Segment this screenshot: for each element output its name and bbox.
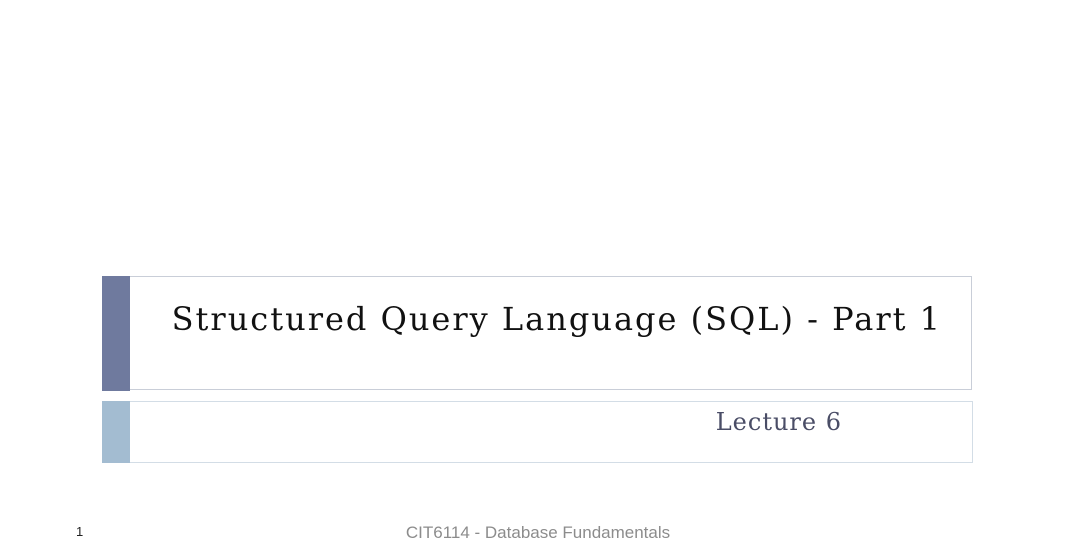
slide: Structured Query Language (SQL) - Part 1… bbox=[0, 0, 1080, 557]
slide-footer: CIT6114 - Database Fundamentals bbox=[405, 523, 671, 542]
title-accent-bar bbox=[102, 276, 130, 391]
slide-title: Structured Query Language (SQL) - Part 1 bbox=[171, 300, 942, 338]
slide-subtitle: Lecture 6 bbox=[715, 408, 842, 436]
subtitle-accent-bar bbox=[102, 401, 130, 463]
subtitle-box bbox=[102, 401, 973, 463]
